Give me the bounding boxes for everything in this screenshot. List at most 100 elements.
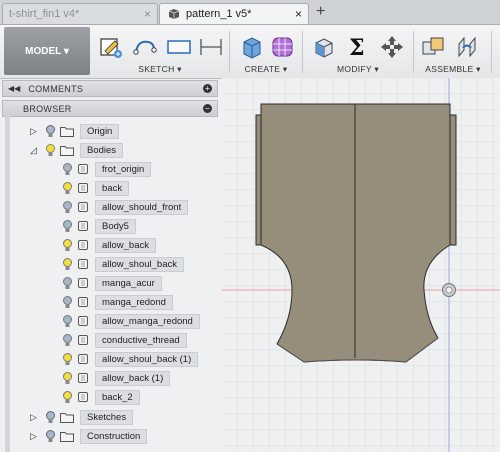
body-item-label: back_2 (95, 389, 140, 405)
svg-text:Σ: Σ (349, 35, 365, 60)
tree-item-sketches[interactable]: ▷ Sketches (30, 409, 134, 425)
lightbulb-icon[interactable] (62, 219, 73, 233)
lightbulb-icon[interactable] (62, 181, 73, 195)
sketch-group: SKETCH ▾ (92, 25, 228, 78)
collapse-panel-icon[interactable]: ◀◀ (8, 84, 20, 93)
browser-label: BROWSER (23, 103, 72, 114)
lightbulb-icon[interactable] (62, 200, 73, 214)
lightbulb-icon[interactable] (62, 276, 73, 290)
lightbulb-icon[interactable] (62, 257, 73, 271)
body-item-label: conductive_thread (95, 332, 187, 348)
arc-icon[interactable] (132, 34, 158, 60)
expand-arrow-icon[interactable]: ▷ (30, 126, 39, 137)
close-icon[interactable]: × (295, 7, 302, 21)
tab-pattern-1[interactable]: pattern_1 v5* × (159, 3, 309, 24)
body-item[interactable]: allow_should_front (62, 199, 189, 215)
body-icon (78, 221, 88, 231)
lightbulb-icon[interactable] (62, 333, 73, 347)
lightbulb-icon[interactable] (45, 429, 56, 443)
tree-item-origin[interactable]: ▷ Origin (30, 123, 120, 139)
rectangle-icon[interactable] (166, 34, 192, 60)
expand-arrow-icon[interactable]: ▷ (30, 412, 39, 423)
body-item[interactable]: conductive_thread (62, 332, 187, 348)
body-item-label: allow_manga_redond (95, 313, 200, 329)
browser-scrollbar[interactable] (5, 116, 10, 452)
body-item[interactable]: allow_manga_redond (62, 313, 200, 329)
lightbulb-icon[interactable] (45, 124, 56, 138)
body-item[interactable]: back_2 (62, 389, 140, 405)
tree-item-construction[interactable]: ▷ Construction (30, 428, 148, 444)
body-item[interactable]: allow_shoul_back (62, 256, 184, 272)
joint-icon[interactable] (454, 34, 480, 60)
body-item-label: frot_origin (95, 161, 152, 177)
body-item[interactable]: frot_origin (62, 161, 152, 177)
dimension-icon[interactable] (198, 34, 224, 60)
body-icon (78, 259, 88, 269)
body-item[interactable]: back (62, 180, 130, 196)
body-icon (78, 316, 88, 326)
body-icon (78, 335, 88, 345)
create-group: CREATE ▾ (232, 25, 300, 78)
modify-menu[interactable]: MODIFY ▾ (305, 64, 411, 75)
lightbulb-icon[interactable] (62, 352, 73, 366)
body-item-label: allow_back (1) (95, 370, 171, 386)
move-icon[interactable] (379, 34, 405, 60)
close-icon[interactable]: × (144, 7, 151, 21)
body-item[interactable]: allow_back (1) (62, 370, 171, 386)
form-icon[interactable] (270, 34, 296, 60)
body-icon (78, 373, 88, 383)
modify-group: Σ MODIFY ▾ (305, 25, 411, 78)
press-pull-icon[interactable] (311, 34, 337, 60)
lightbulb-icon[interactable] (62, 238, 73, 252)
lightbulb-icon[interactable] (62, 390, 73, 404)
collapse-arrow-icon[interactable]: ◿ (30, 145, 39, 156)
lightbulb-icon[interactable] (62, 314, 73, 328)
create-menu[interactable]: CREATE ▾ (232, 64, 300, 75)
expand-arrow-icon[interactable]: ▷ (30, 431, 39, 442)
origin-icon[interactable] (442, 283, 456, 297)
toolbar: MODEL ▾ SKETCH ▾ CREATE ▾ Σ MODIFY ▾ ASS… (0, 25, 500, 79)
tree-item-label: Construction (80, 428, 148, 444)
body-item[interactable]: allow_back (62, 237, 156, 253)
tab-label: t-shirt_fin1 v4* (9, 8, 80, 20)
sketch-menu[interactable]: SKETCH ▾ (92, 64, 228, 75)
body-item[interactable]: allow_shoul_back (1) (62, 351, 199, 367)
design-canvas[interactable] (222, 78, 500, 452)
comments-panel-header[interactable]: ◀◀ COMMENTS + (2, 80, 218, 97)
tree-item-label: Origin (80, 123, 120, 139)
lightbulb-icon[interactable] (45, 410, 56, 424)
create-sketch-icon[interactable] (98, 34, 124, 60)
new-tab-button[interactable]: + (316, 3, 325, 21)
folder-icon (60, 431, 74, 442)
body-item[interactable]: manga_redond (62, 294, 173, 310)
body-icon (78, 392, 88, 402)
toolbar-divider (413, 31, 414, 73)
workspace-selector-button[interactable]: MODEL ▾ (4, 27, 90, 75)
add-comment-button[interactable]: + (203, 84, 212, 93)
body-icon (78, 240, 88, 250)
lightbulb-icon[interactable] (62, 295, 73, 309)
folder-icon (60, 412, 74, 423)
tab-t-shirt-fin1[interactable]: t-shirt_fin1 v4* × (2, 3, 158, 24)
pattern-body[interactable] (255, 103, 457, 363)
new-component-icon[interactable] (420, 34, 446, 60)
body-icon (78, 164, 88, 174)
lightbulb-icon[interactable] (45, 143, 56, 157)
sigma-icon[interactable]: Σ (345, 34, 371, 60)
lightbulb-icon[interactable] (62, 162, 73, 176)
body-item-label: Body5 (95, 218, 136, 234)
toolbar-divider (229, 31, 230, 73)
tree-item-bodies[interactable]: ◿ Bodies (30, 142, 124, 158)
assemble-menu[interactable]: ASSEMBLE ▾ (416, 64, 490, 75)
body-item[interactable]: manga_acur (62, 275, 162, 291)
folder-icon (60, 145, 74, 156)
tab-bar: t-shirt_fin1 v4* × pattern_1 v5* × + (0, 0, 500, 25)
toolbar-divider (491, 31, 492, 73)
lightbulb-icon[interactable] (62, 371, 73, 385)
collapse-browser-button[interactable]: − (203, 104, 212, 113)
browser-panel-header[interactable]: BROWSER − (2, 100, 218, 117)
comments-label: COMMENTS (28, 83, 84, 94)
body-item[interactable]: Body5 (62, 218, 136, 234)
extrude-icon[interactable] (238, 34, 264, 60)
body-item-label: allow_back (95, 237, 156, 253)
